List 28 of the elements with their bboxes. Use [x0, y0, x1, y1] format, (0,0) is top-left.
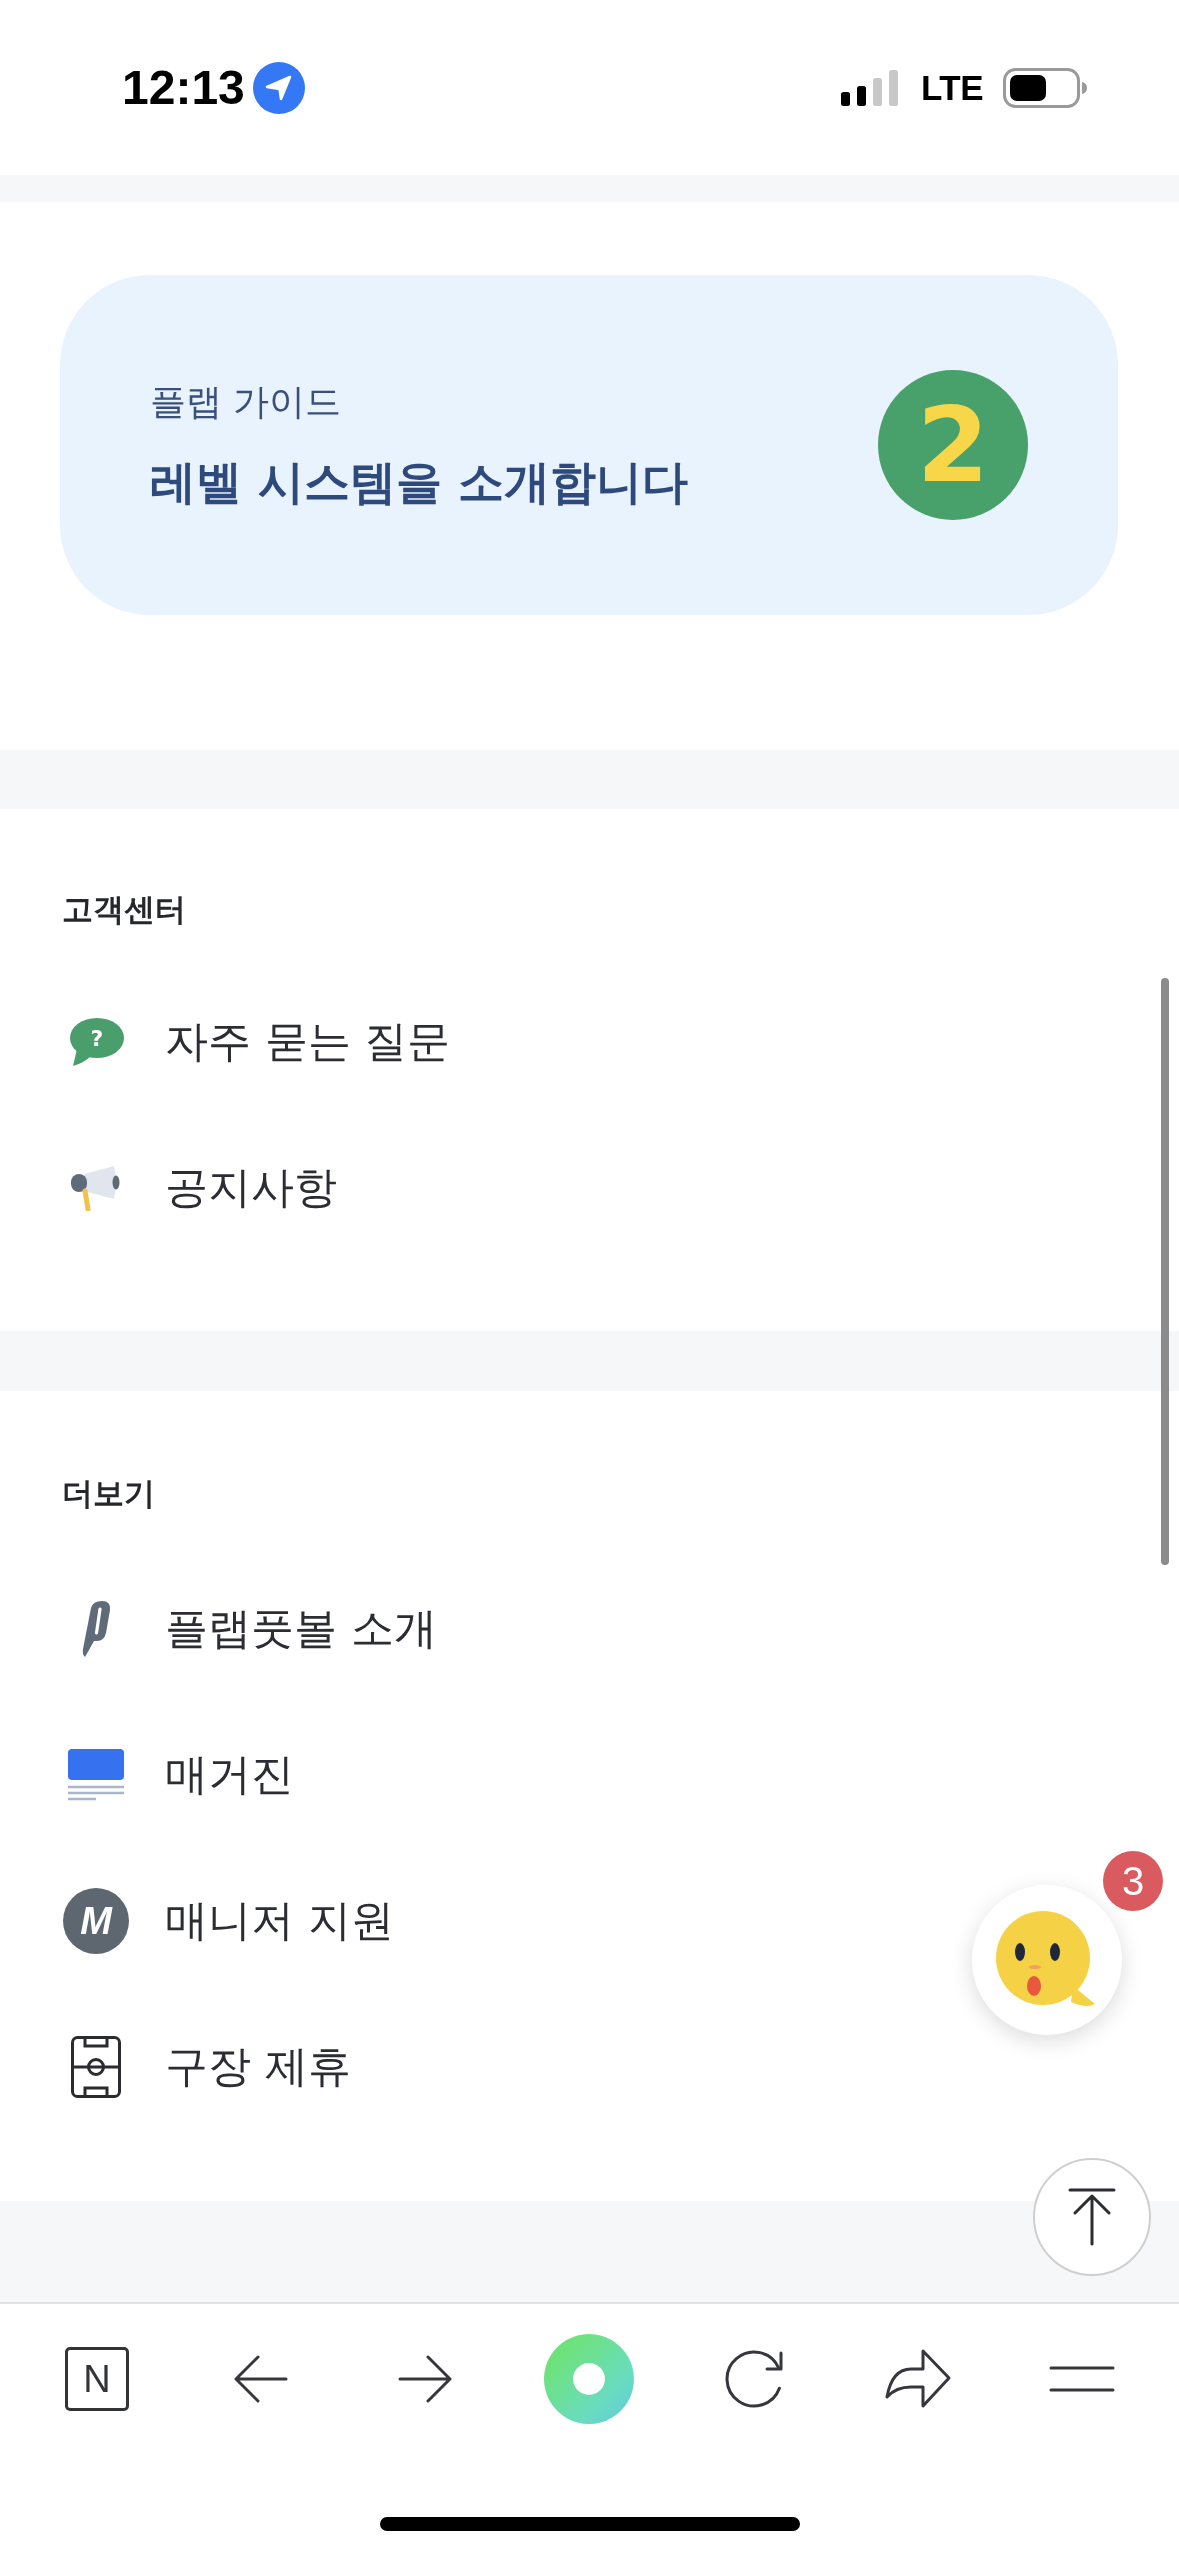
- signal-icon: [841, 69, 899, 106]
- menu-icon[interactable]: [1048, 2364, 1115, 2394]
- soccer-field-icon: [71, 2036, 121, 2098]
- manager-icon: M: [63, 1888, 129, 1954]
- menu-link[interactable]: 구장 제휴: [165, 2041, 351, 2093]
- arrow-up-to-line-icon: [1068, 2188, 1116, 2246]
- banner-subtitle: 플랩 가이드: [150, 380, 343, 423]
- forward-arrow-icon[interactable]: [398, 2354, 453, 2404]
- menu-link[interactable]: 매거진: [165, 1749, 294, 1801]
- banner-title: 레벨 시스템을 소개합니다: [150, 455, 689, 510]
- section-heading: 고객센터: [62, 890, 186, 929]
- back-arrow-icon[interactable]: [234, 2354, 289, 2404]
- location-icon: [252, 61, 305, 114]
- logo-icon: [81, 1600, 111, 1658]
- level-badge: 2: [878, 370, 1028, 520]
- megaphone-icon: [70, 1165, 122, 1211]
- menu-link[interactable]: 공지사항: [165, 1162, 337, 1214]
- magazine-icon: [68, 1749, 124, 1801]
- share-arrow-icon[interactable]: [883, 2349, 952, 2409]
- guide-banner[interactable]: 플랩 가이드 레벨 시스템을 소개합니다 2: [60, 275, 1118, 615]
- section-heading: 더보기: [62, 1474, 155, 1513]
- menu-link[interactable]: 플랩풋볼 소개: [165, 1603, 437, 1655]
- menu-link[interactable]: 자주 묻는 질문: [165, 1016, 451, 1068]
- battery-icon: [1003, 67, 1087, 108]
- network-type: LTE: [921, 70, 983, 105]
- status-time: 12:13: [122, 63, 245, 112]
- tabs-button[interactable]: N: [65, 2347, 130, 2411]
- menu-link[interactable]: 매니저 지원: [165, 1895, 394, 1947]
